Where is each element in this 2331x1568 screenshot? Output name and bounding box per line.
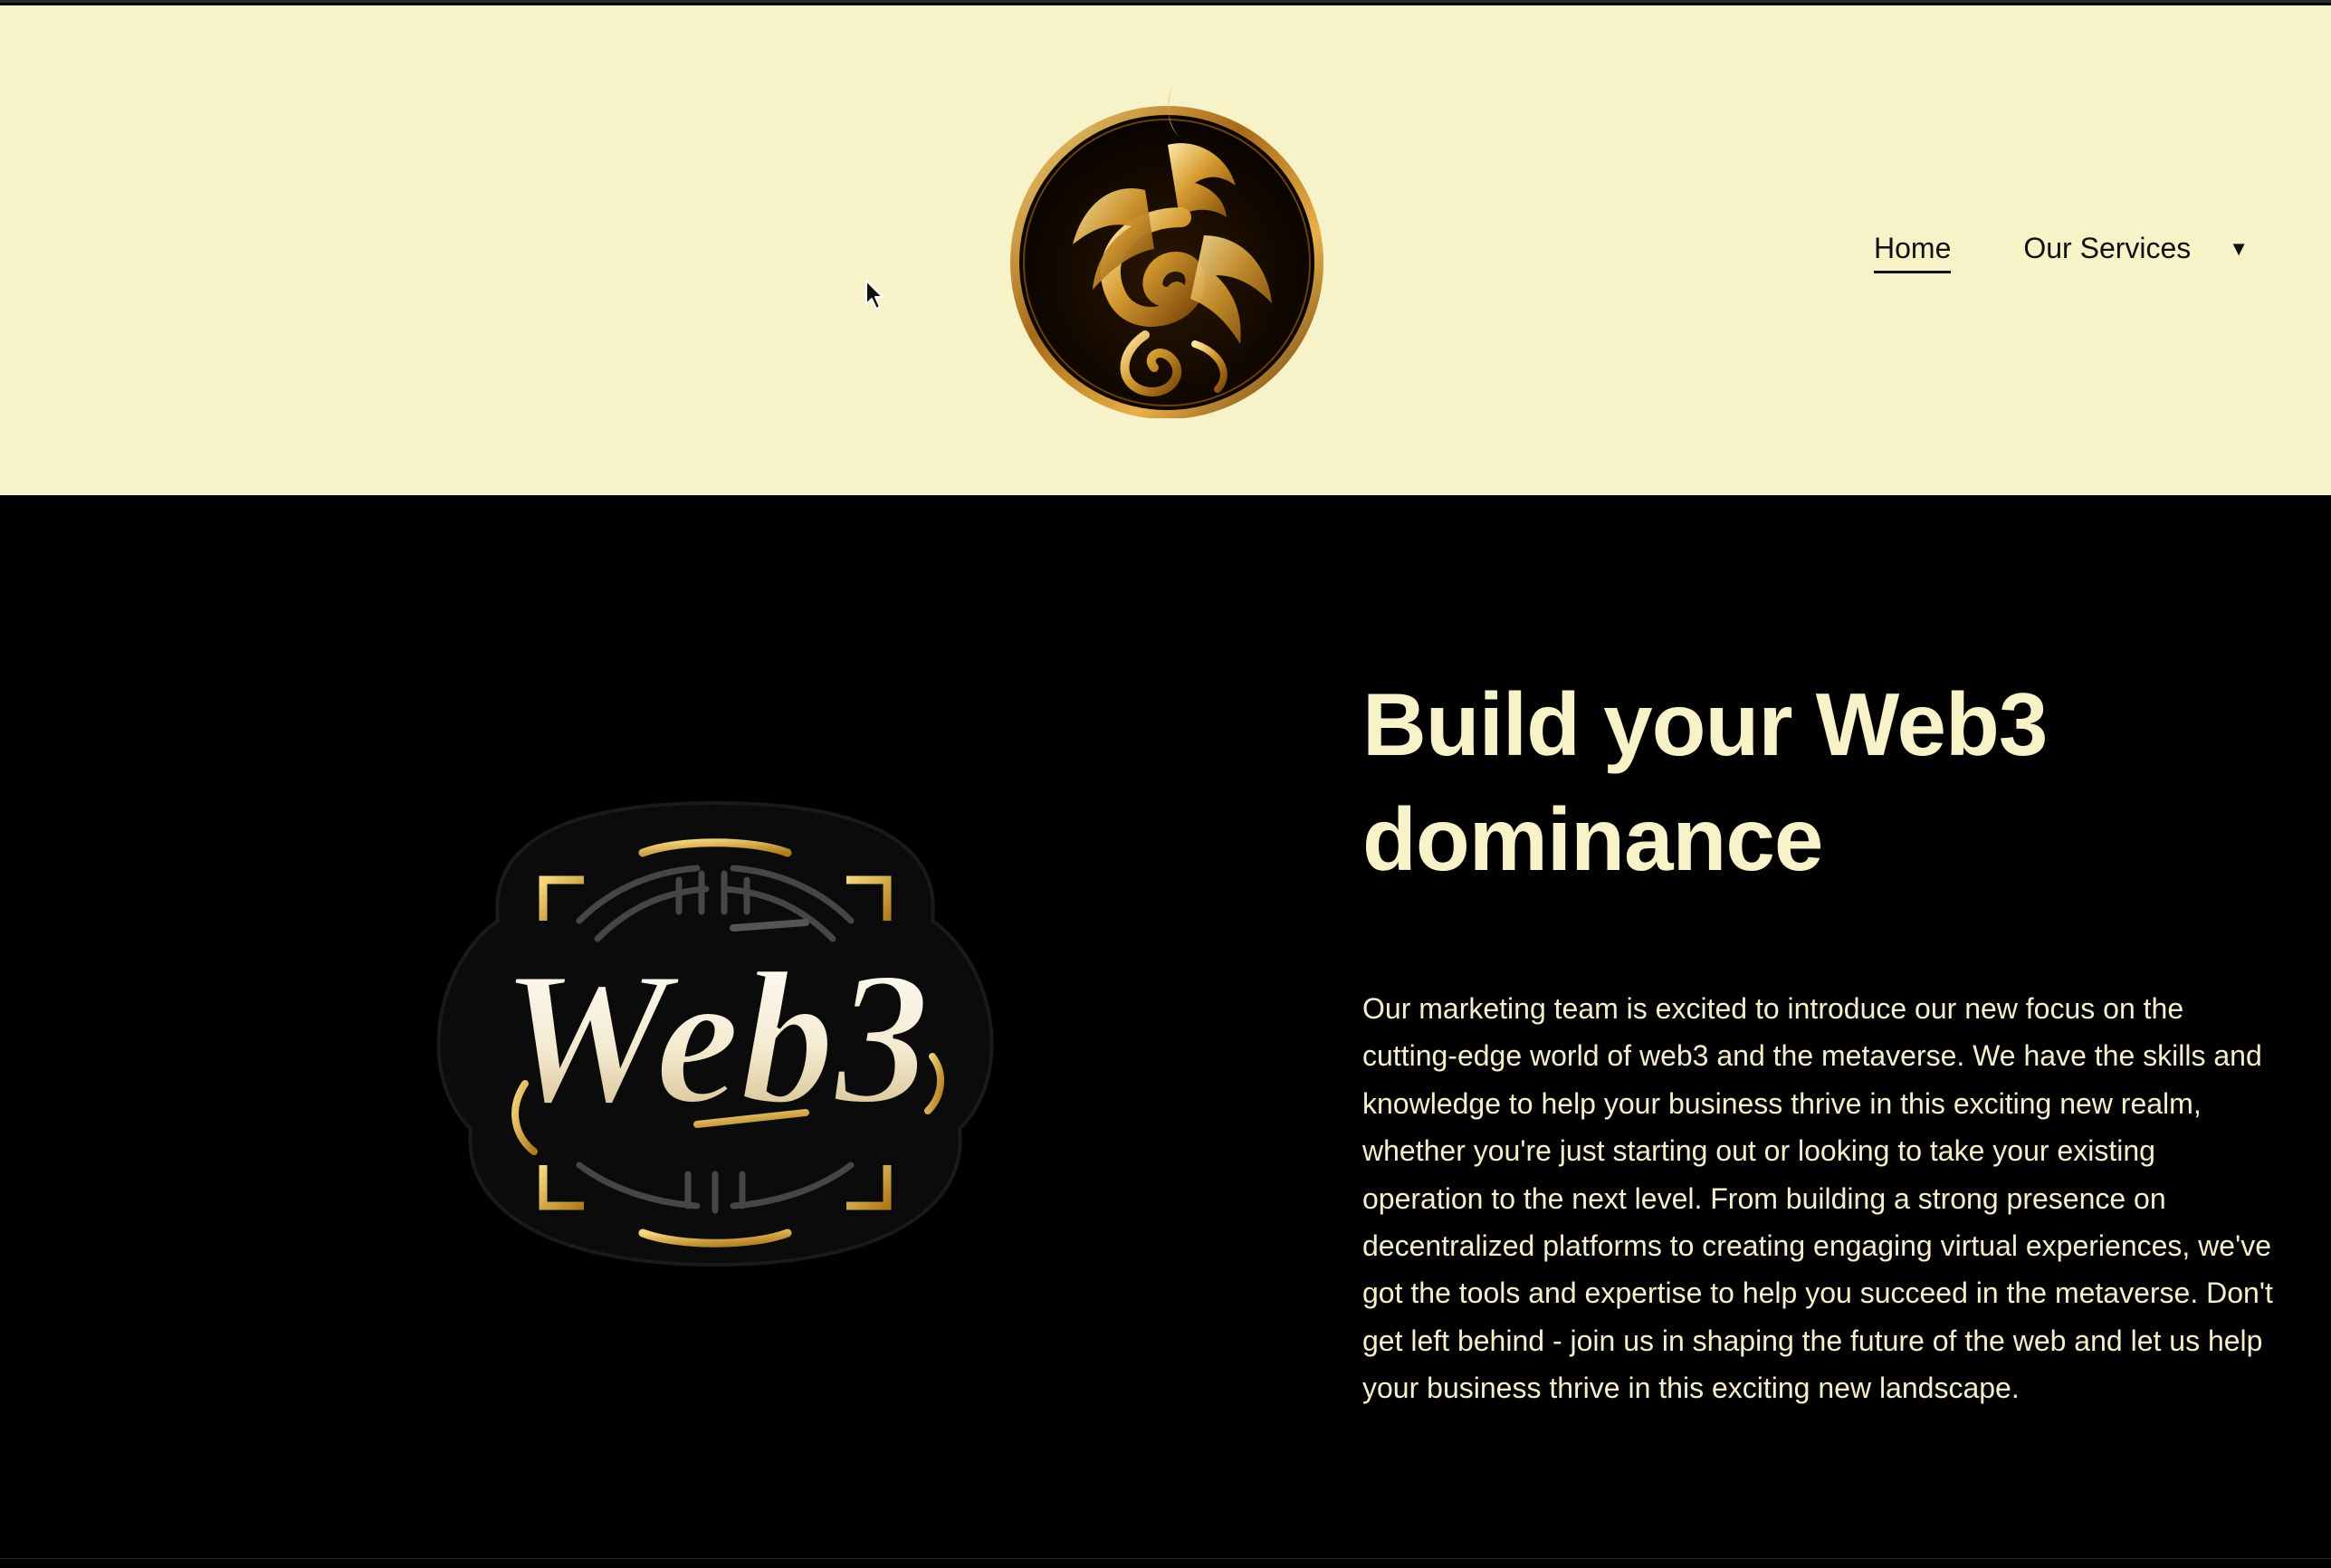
main-nav: Home Our Services ▼ bbox=[1874, 232, 2249, 273]
hero-section: Web3 Build your Web3 dominance Our marke… bbox=[0, 495, 2331, 1561]
web3-logo-text: Web3 bbox=[501, 933, 930, 1143]
hero-text-block: Build your Web3 dominance Our marketing … bbox=[1362, 667, 2286, 1412]
site-logo[interactable] bbox=[1009, 81, 1324, 418]
mouse-cursor-icon bbox=[865, 280, 884, 310]
nav-our-services-label: Our Services bbox=[2023, 232, 2192, 264]
site-header: Home Our Services ▼ bbox=[0, 5, 2331, 495]
web3-logo-image: Web3 bbox=[425, 785, 1005, 1292]
nav-our-services-dropdown[interactable]: Our Services ▼ bbox=[2023, 232, 2249, 273]
dragon-emblem-icon bbox=[1010, 85, 1323, 418]
hero-title: Build your Web3 dominance bbox=[1362, 674, 2048, 889]
divider bbox=[0, 1558, 2331, 1559]
nav-home-link[interactable]: Home bbox=[1874, 232, 1952, 273]
chevron-down-icon: ▼ bbox=[2229, 236, 2250, 260]
hero-body-text: Our marketing team is excited to introdu… bbox=[1362, 992, 2273, 1405]
page: Home Our Services ▼ Web3 Build your Web3… bbox=[0, 0, 2331, 1568]
